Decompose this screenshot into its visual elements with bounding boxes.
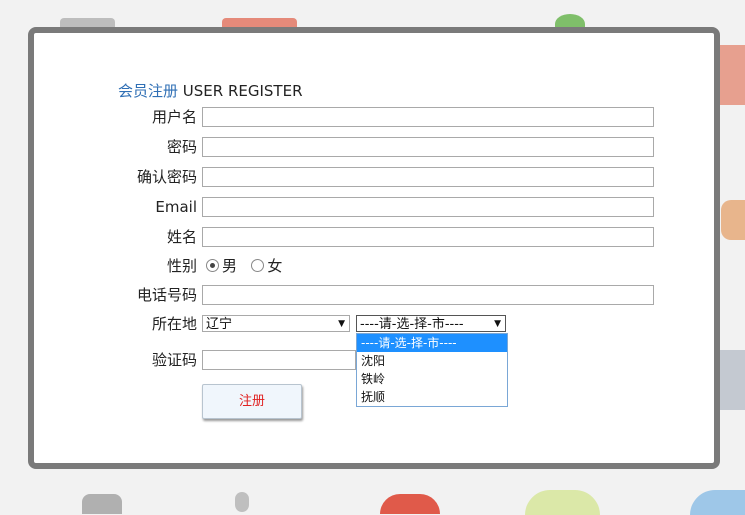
- background-decoration: [721, 200, 745, 240]
- gender-label: 性别: [166, 257, 197, 275]
- username-label: 用户名: [151, 108, 197, 126]
- phone-input[interactable]: [202, 285, 654, 305]
- page-title: 会员注册 USER REGISTER: [118, 80, 303, 101]
- name-label: 姓名: [166, 228, 197, 246]
- password-label: 密码: [166, 138, 197, 156]
- gender-male-radio[interactable]: [206, 259, 219, 272]
- gender-female-radio[interactable]: [251, 259, 265, 272]
- background-decoration: [380, 494, 440, 514]
- email-label: Email: [155, 198, 197, 216]
- password-input[interactable]: [202, 137, 654, 157]
- title-en: USER REGISTER: [182, 82, 303, 100]
- background-decoration: [718, 45, 745, 105]
- title-cn: 会员注册: [118, 82, 179, 100]
- city-option[interactable]: 抚顺: [357, 388, 507, 406]
- confirm-password-label: 确认密码: [136, 168, 197, 186]
- city-option[interactable]: 铁岭: [357, 370, 507, 388]
- gender-group: 男 女: [206, 255, 282, 277]
- gender-male-label: 男: [222, 257, 238, 275]
- background-decoration: [690, 490, 745, 515]
- background-decoration: [235, 492, 249, 512]
- name-input[interactable]: [202, 227, 654, 247]
- province-value: 辽宁: [206, 317, 233, 332]
- register-button[interactable]: 注册: [202, 384, 302, 419]
- email-input[interactable]: [202, 197, 654, 217]
- phone-label: 电话号码: [136, 286, 197, 304]
- chevron-down-icon: ▼: [338, 319, 345, 329]
- city-select[interactable]: ----请-选-择-市---- ▼: [356, 315, 506, 332]
- province-select[interactable]: 辽宁 ▼: [202, 315, 350, 332]
- captcha-input[interactable]: [202, 350, 356, 370]
- background-decoration: [82, 494, 122, 514]
- background-decoration: [719, 350, 745, 410]
- username-input[interactable]: [202, 107, 654, 127]
- city-value: ----请-选-择-市----: [360, 317, 464, 332]
- chevron-down-icon: ▼: [494, 319, 501, 329]
- background-decoration: [525, 490, 600, 515]
- captcha-label: 验证码: [151, 351, 197, 369]
- city-option[interactable]: ----请-选-择-市----: [357, 334, 507, 352]
- gender-female-label: 女: [267, 257, 283, 275]
- confirm-password-input[interactable]: [202, 167, 654, 187]
- city-option[interactable]: 沈阳: [357, 352, 507, 370]
- location-label: 所在地: [151, 315, 197, 333]
- city-dropdown-list: ----请-选-择-市---- 沈阳 铁岭 抚顺: [356, 333, 508, 407]
